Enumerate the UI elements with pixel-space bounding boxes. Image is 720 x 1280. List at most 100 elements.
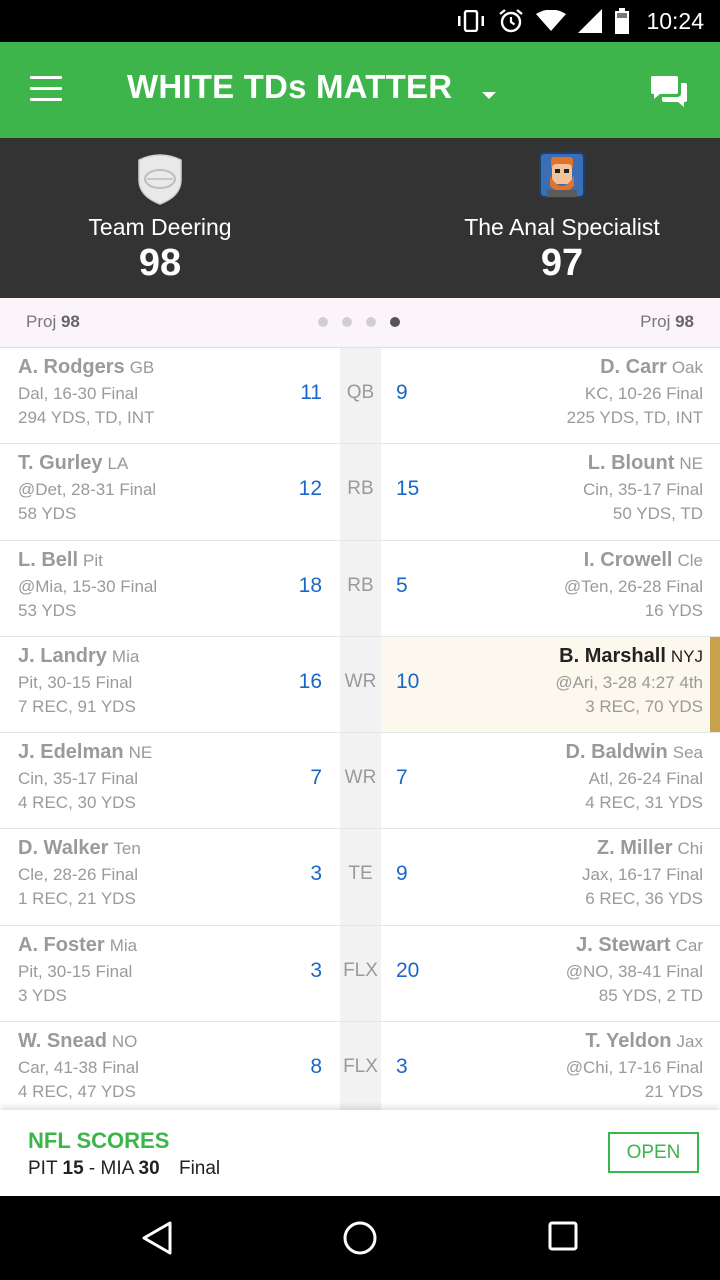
away-projection: Proj 98 — [640, 312, 694, 331]
page-dot[interactable] — [318, 317, 328, 327]
away-player-stats: 3 REC, 70 YDS — [585, 696, 703, 716]
away-team-name: The Anal Specialist — [464, 214, 660, 240]
roster-row[interactable]: RB T. Gurley LA @Det, 28-31 Final 58 YDS … — [0, 444, 720, 541]
home-player-name[interactable]: D. Walker Ten — [18, 837, 141, 860]
roster-row[interactable]: QB A. Rodgers GB Dal, 16-30 Final 294 YDS… — [0, 348, 720, 445]
away-team-score: 97 — [540, 242, 584, 284]
page-indicator[interactable] — [318, 317, 400, 327]
recents-icon[interactable] — [548, 1221, 578, 1256]
away-player-name[interactable]: D. Baldwin Sea — [566, 741, 703, 764]
away-team[interactable]: The Anal Specialist 97 — [382, 138, 720, 298]
home-player-game: @Det, 28-31 Final — [18, 480, 157, 500]
open-button[interactable]: OPEN — [608, 1132, 699, 1173]
home-player-name[interactable]: L. Bell Pit — [18, 549, 103, 572]
home-player-name[interactable]: A. Rodgers GB — [18, 356, 154, 379]
page-dot[interactable] — [342, 317, 352, 327]
away-player-points: 20 — [396, 958, 420, 982]
roster-row[interactable]: FLX A. Foster Mia Pit, 30-15 Final 3 YDS … — [0, 925, 720, 1023]
home-player-stats: 3 YDS — [18, 985, 67, 1005]
home-player-points: 12 — [298, 477, 322, 501]
away-player-game: Cin, 35-17 Final — [582, 480, 703, 500]
home-player-stats: 4 REC, 30 YDS — [18, 793, 136, 813]
away-player-name[interactable]: Z. Miller Chi — [597, 837, 703, 860]
home-player-stats: 58 YDS — [18, 504, 77, 524]
roster-row[interactable]: WR J. Landry Mia Pit, 30-15 Final 7 REC, … — [0, 636, 720, 734]
home-player-points: 7 — [310, 766, 322, 790]
nfl-scores-title: NFL SCORES — [28, 1128, 170, 1153]
home-player-game: Pit, 30-15 Final — [18, 961, 133, 981]
page-dot-active[interactable] — [390, 317, 400, 327]
football-shield-icon — [133, 152, 187, 211]
page-dot[interactable] — [366, 317, 376, 327]
away-player-points: 9 — [396, 381, 408, 404]
away-player-points: 5 — [396, 573, 408, 597]
position-label: WR — [344, 767, 377, 789]
away-player-stats: 16 YDS — [644, 600, 703, 620]
nfl-score-line: PIT 15 - MIA 30 Final — [28, 1158, 221, 1179]
position-label: RB — [347, 574, 374, 596]
position-label: TE — [348, 863, 373, 885]
matchup-header: Team Deering 98 The Anal Specialist 97 — [0, 138, 720, 298]
back-icon[interactable] — [140, 1220, 174, 1261]
home-player-stats: 7 REC, 91 YDS — [18, 696, 136, 716]
away-player-game: KC, 10-26 Final — [584, 384, 703, 403]
away-player-stats: 225 YDS, TD, INT — [566, 408, 703, 427]
home-player-game: Car, 41-38 Final — [18, 1058, 139, 1078]
projection-row: Proj 98 Proj 98 — [0, 298, 720, 348]
position-label: RB — [347, 478, 374, 500]
menu-icon[interactable] — [30, 76, 64, 104]
home-team-score: 98 — [138, 242, 182, 284]
away-player-points: 10 — [396, 669, 420, 693]
away-player-name[interactable]: I. Crowell Cle — [584, 549, 703, 572]
home-icon[interactable] — [342, 1220, 378, 1261]
away-player-game: @NO, 38-41 Final — [565, 961, 703, 981]
nfl-scores-bar[interactable]: NFL SCORES PIT 15 - MIA 30 Final OPEN — [0, 1110, 720, 1196]
home-player-points: 8 — [310, 1055, 322, 1079]
away-player-points: 15 — [396, 477, 420, 501]
position-label: WR — [344, 670, 377, 692]
home-team-name: Team Deering — [88, 214, 232, 240]
away-player-points: 9 — [396, 862, 408, 886]
home-player-game: Cin, 35-17 Final — [18, 769, 139, 789]
away-player-name[interactable]: B. Marshall NYJ — [559, 645, 703, 668]
away-player-stats: 4 REC, 31 YDS — [585, 793, 703, 813]
battery-icon — [614, 8, 630, 34]
away-player-name[interactable]: T. Yeldon Jax — [585, 1030, 703, 1053]
home-team[interactable]: Team Deering 98 — [0, 138, 340, 298]
away-player-points: 7 — [396, 766, 408, 790]
position-label: QB — [346, 382, 375, 403]
home-player-name[interactable]: T. Gurley LA — [18, 452, 128, 475]
roster-list[interactable]: QB A. Rodgers GB Dal, 16-30 Final 294 YDS… — [0, 348, 720, 1110]
home-player-name[interactable]: A. Foster Mia — [18, 934, 137, 957]
system-nav-bar — [0, 1196, 720, 1280]
avatar-icon — [539, 152, 585, 203]
away-player-name[interactable]: D. Carr Oak — [600, 356, 703, 379]
chat-icon[interactable] — [650, 74, 688, 108]
home-player-points: 18 — [298, 573, 322, 597]
home-player-name[interactable]: J. Landry Mia — [18, 645, 139, 668]
away-player-game: @Ari, 3-28 4:27 4th — [555, 672, 703, 692]
away-player-game: Atl, 26-24 Final — [588, 769, 703, 789]
home-player-name[interactable]: W. Snead NO — [18, 1030, 137, 1053]
away-player-name[interactable]: J. Stewart Car — [576, 934, 703, 957]
home-player-stats: 1 REC, 21 YDS — [18, 889, 136, 909]
live-indicator — [710, 636, 720, 733]
alarm-icon — [498, 8, 524, 34]
position-label: FLX — [343, 959, 378, 981]
home-player-points: 3 — [310, 862, 322, 886]
app-bar: WHITE TDs MATTER — [0, 42, 720, 138]
away-player-stats: 6 REC, 36 YDS — [585, 889, 703, 909]
home-player-name[interactable]: J. Edelman NE — [18, 741, 152, 764]
roster-row[interactable]: RB L. Bell Pit @Mia, 15-30 Final 53 YDS 1… — [0, 540, 720, 637]
roster-row[interactable]: FLX W. Snead NO Car, 41-38 Final 4 REC, 4… — [0, 1022, 720, 1110]
away-player-stats: 85 YDS, 2 TD — [598, 985, 703, 1005]
dropdown-caret-icon[interactable] — [482, 92, 496, 99]
league-title[interactable]: WHITE TDs MATTER — [127, 68, 452, 106]
away-player-name[interactable]: L. Blount NE — [588, 452, 703, 475]
roster-row[interactable]: TE D. Walker Ten Cle, 28-26 Final 1 REC, … — [0, 829, 720, 926]
home-player-stats: 4 REC, 47 YDS — [18, 1082, 136, 1102]
roster-row[interactable]: WR J. Edelman NE Cin, 35-17 Final 4 REC, … — [0, 733, 720, 830]
home-player-game: @Mia, 15-30 Final — [18, 576, 158, 596]
home-player-points: 11 — [300, 381, 322, 404]
away-player-stats: 21 YDS — [644, 1082, 703, 1102]
